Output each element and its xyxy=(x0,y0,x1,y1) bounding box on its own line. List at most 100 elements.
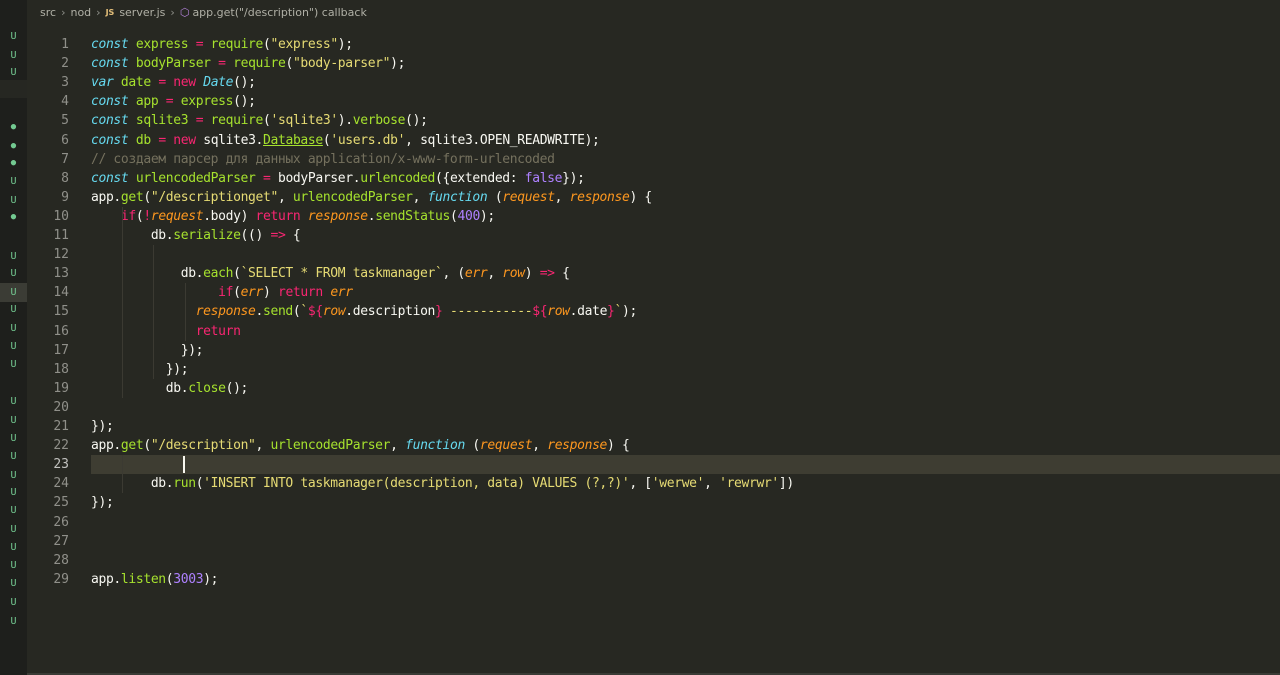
code-text: // создаем парсер для данных application… xyxy=(91,151,555,167)
chevron-right-icon: › xyxy=(170,5,175,19)
code-line[interactable]: 13 db.each(`SELECT * FROM taskmanager`, … xyxy=(27,264,1280,283)
untracked-marker: U xyxy=(10,31,17,42)
code-line[interactable]: 14 if(err) return err xyxy=(27,283,1280,302)
line-number: 6 xyxy=(61,132,69,148)
breadcrumb-item-src[interactable]: src xyxy=(40,6,56,19)
gutter-separator xyxy=(0,92,27,98)
code-line[interactable]: 2 const bodyParser = require("body-parser… xyxy=(27,54,1280,73)
javascript-file-icon: JS xyxy=(105,7,115,17)
code-text: }); xyxy=(91,361,189,377)
line-number: 2 xyxy=(61,56,69,72)
code-line[interactable]: 21}); xyxy=(27,417,1280,436)
modified-dot-marker: ● xyxy=(10,158,17,168)
untracked-marker: U xyxy=(10,176,17,187)
code-line[interactable]: 19 db.close(); xyxy=(27,379,1280,398)
code-line[interactable]: 6 const db = new sqlite3.Database('users.… xyxy=(27,131,1280,150)
code-line[interactable]: 16 return xyxy=(27,322,1280,341)
code-line[interactable]: 22 app.get("/description", urlencodedPars… xyxy=(27,436,1280,455)
line-number: 20 xyxy=(53,399,69,415)
line-number: 27 xyxy=(53,533,69,549)
code-text: if(err) return err xyxy=(218,285,353,301)
line-number: 14 xyxy=(53,285,69,301)
line-number: 23 xyxy=(53,457,69,473)
line-number: 8 xyxy=(61,170,69,186)
modified-dot-marker: ● xyxy=(10,212,17,222)
code-line[interactable]: 17 }); xyxy=(27,341,1280,360)
code-line[interactable]: 3 var date = new Date(); xyxy=(27,73,1280,92)
breadcrumb-item-file[interactable]: server.js xyxy=(119,6,165,19)
line-number: 13 xyxy=(53,266,69,282)
code-editor[interactable]: 1 const express = require("express"); 2 con… xyxy=(27,24,1280,675)
code-text: }); xyxy=(91,342,204,358)
code-line[interactable]: 4 const app = express(); xyxy=(27,92,1280,111)
line-number: 5 xyxy=(61,113,69,129)
code-line[interactable]: 12 xyxy=(27,245,1280,264)
line-number: 24 xyxy=(53,476,69,492)
chevron-right-icon: › xyxy=(96,5,101,19)
code-text: app.get("/descriptionget", urlencodedPar… xyxy=(91,189,652,205)
breadcrumb: src › nod › JS server.js › ⬡ app.get("/d… xyxy=(27,0,1280,24)
line-number: 15 xyxy=(53,304,69,320)
code-text: }); xyxy=(91,419,114,434)
untracked-marker: U xyxy=(10,268,17,279)
code-line[interactable]: 8 const urlencodedParser = bodyParser.url… xyxy=(27,169,1280,188)
line-number: 11 xyxy=(53,228,69,243)
untracked-marker: U xyxy=(10,487,17,498)
untracked-marker: U xyxy=(10,505,17,516)
chevron-right-icon: › xyxy=(61,5,66,19)
code-line[interactable]: 23 xyxy=(27,455,1280,474)
code-line[interactable]: 7 // создаем парсер для данных applicatio… xyxy=(27,150,1280,169)
line-number: 17 xyxy=(53,342,69,358)
untracked-marker: U xyxy=(10,560,17,571)
code-text: app.get("/description", urlencodedParser… xyxy=(91,438,630,454)
code-line[interactable]: 9 app.get("/descriptionget", urlencodedPa… xyxy=(27,188,1280,207)
code-line[interactable]: 5 const sqlite3 = require('sqlite3').verb… xyxy=(27,111,1280,130)
code-line[interactable]: 27 xyxy=(27,532,1280,551)
code-text: const sqlite3 = require('sqlite3').verbo… xyxy=(91,113,428,129)
code-line[interactable]: 29 app.listen(3003); xyxy=(27,570,1280,589)
code-text: response.send(`${row.description} ------… xyxy=(195,304,638,320)
line-number: 3 xyxy=(61,75,69,91)
modified-dot-marker: ● xyxy=(10,122,17,132)
code-line[interactable]: 28 xyxy=(27,551,1280,570)
line-number: 7 xyxy=(61,151,69,167)
code-text: }); xyxy=(91,495,114,511)
untracked-marker: U xyxy=(10,524,17,535)
text-cursor xyxy=(183,456,186,474)
untracked-marker: U xyxy=(10,396,17,407)
untracked-marker: U xyxy=(10,341,17,352)
code-line[interactable]: 20 xyxy=(27,398,1280,417)
code-text: return xyxy=(195,323,241,339)
code-text: const express = require("express"); xyxy=(91,37,353,52)
indent-guide xyxy=(184,283,186,341)
untracked-marker: U xyxy=(10,597,17,608)
line-number: 22 xyxy=(53,438,69,454)
breadcrumb-item-symbol[interactable]: app.get("/description") callback xyxy=(192,6,366,19)
untracked-marker: U xyxy=(10,415,17,426)
code-text: const urlencodedParser = bodyParser.urle… xyxy=(91,170,585,186)
code-text: db.close(); xyxy=(91,380,249,396)
code-text: const app = express(); xyxy=(91,94,256,110)
code-text: app.listen(3003); xyxy=(91,571,219,587)
code-line[interactable]: 26 xyxy=(27,513,1280,532)
code-line[interactable]: 15 response.send(`${row.description} ---… xyxy=(27,302,1280,321)
code-text: const db = new sqlite3.Database('users.d… xyxy=(91,132,600,148)
untracked-marker: U xyxy=(10,578,17,589)
code-line[interactable]: 25}); xyxy=(27,493,1280,512)
code-line[interactable]: 11 db.serialize(() => { xyxy=(27,226,1280,245)
untracked-marker: U xyxy=(10,451,17,462)
line-number: 9 xyxy=(61,189,69,205)
line-number: 26 xyxy=(53,514,69,530)
untracked-marker: U xyxy=(10,542,17,553)
breadcrumb-item-nod[interactable]: nod xyxy=(70,6,91,19)
code-text: if(!request.body) return response.sendSt… xyxy=(120,208,495,224)
indent-guide xyxy=(153,245,155,379)
line-number: 18 xyxy=(53,361,69,377)
code-line[interactable]: 24 db.run('INSERT INTO taskmanager(descr… xyxy=(27,474,1280,493)
code-line[interactable]: 18 }); xyxy=(27,360,1280,379)
line-number: 19 xyxy=(53,380,69,396)
line-number: 28 xyxy=(53,552,69,568)
code-line[interactable]: 1 const express = require("express"); xyxy=(27,35,1280,54)
code-line[interactable]: 10 if(!request.body) return response.sen… xyxy=(27,207,1280,226)
line-number: 21 xyxy=(53,419,69,434)
